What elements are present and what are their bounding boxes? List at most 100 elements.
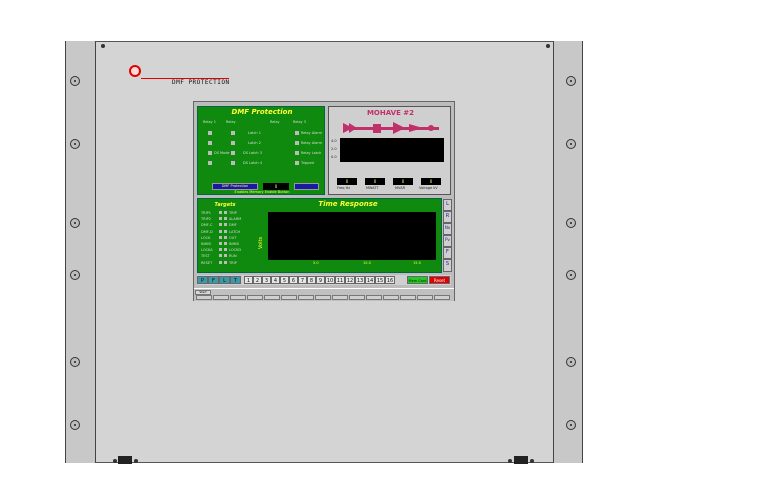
- screw-icon: [566, 357, 576, 367]
- taskbar-app[interactable]: [213, 295, 229, 300]
- time-response-xtick: 15.0: [413, 261, 421, 265]
- time-response-xtick: 10.0: [363, 261, 371, 265]
- readout-mwatt-value: 0: [365, 178, 385, 185]
- taskbar-app[interactable]: [400, 295, 416, 300]
- dmf-right-label: Relay Latch: [301, 151, 322, 155]
- target-led[interactable]: [219, 254, 222, 258]
- dmf-protection-panel: DMF Protection Relay 1 Relay Relay Relay…: [197, 106, 325, 195]
- dmf-col-header: Relay 3: [293, 120, 306, 124]
- taskbar-app[interactable]: [417, 295, 433, 300]
- target-left-label: DMF-D: [201, 229, 213, 234]
- target-led[interactable]: [219, 229, 222, 233]
- number-button[interactable]: 10: [325, 276, 335, 284]
- dmf-right-label: Relay Alarm: [301, 141, 323, 145]
- screw-icon: [70, 270, 80, 280]
- indicator-led: [295, 141, 299, 145]
- target-led[interactable]: [219, 211, 222, 214]
- number-button[interactable]: 7: [298, 276, 307, 284]
- mohave-panel: MOHAVE #2 4.0 2.0 0.0 0 Freq Hz 0 MWATT …: [328, 106, 451, 195]
- number-button[interactable]: 3: [262, 276, 271, 284]
- target-led[interactable]: [219, 260, 222, 264]
- taskbar-app[interactable]: [281, 295, 297, 300]
- taskbar: Start: [194, 288, 454, 301]
- target-left-label: DMF-C: [201, 223, 213, 228]
- side-button-prev[interactable]: Pv: [443, 235, 452, 247]
- dmf-col-header: Relay: [226, 120, 236, 124]
- mode-button[interactable]: T: [230, 276, 241, 284]
- number-button[interactable]: 5: [280, 276, 289, 284]
- taskbar-app[interactable]: [264, 295, 280, 300]
- number-button[interactable]: 6: [289, 276, 298, 284]
- dmf-status-box[interactable]: DMF Protection: [212, 183, 258, 190]
- dmf-enable-button[interactable]: [294, 183, 319, 190]
- dmf-counter: 0: [263, 183, 289, 190]
- number-button[interactable]: 2: [253, 276, 262, 284]
- dmf-left-label: DS Mode: [214, 151, 230, 155]
- taskbar-app[interactable]: [434, 295, 450, 300]
- taskbar-app[interactable]: [383, 295, 399, 300]
- taskbar-app[interactable]: [366, 295, 382, 300]
- target-led[interactable]: [224, 248, 227, 252]
- alarm-logo-icon: [129, 65, 141, 77]
- number-button[interactable]: 12: [345, 276, 355, 284]
- screw-icon: [566, 139, 576, 149]
- target-left-label: LOCKA: [201, 248, 213, 253]
- target-led[interactable]: [224, 217, 227, 221]
- taskbar-app[interactable]: [315, 295, 331, 300]
- number-button[interactable]: 16: [385, 276, 395, 284]
- side-button-l[interactable]: L: [443, 199, 452, 211]
- rack-handle: [118, 456, 132, 464]
- taskbar-app[interactable]: [247, 295, 263, 300]
- taskbar-app[interactable]: [230, 295, 246, 300]
- target-led[interactable]: [224, 254, 227, 258]
- target-led[interactable]: [224, 211, 227, 214]
- mode-button[interactable]: P: [197, 276, 208, 284]
- taskbar-app[interactable]: [196, 295, 212, 300]
- one-line-diagram-icon: [343, 122, 439, 134]
- target-led[interactable]: [224, 241, 227, 245]
- mem-card-button[interactable]: Mem Card: [407, 276, 428, 284]
- target-right-label: DMF: [229, 223, 237, 228]
- taskbar-app[interactable]: [298, 295, 314, 300]
- target-led[interactable]: [219, 248, 222, 252]
- panel-title: DMF PROTECTION: [172, 79, 230, 86]
- side-button-s[interactable]: S: [443, 259, 452, 272]
- target-led[interactable]: [219, 223, 222, 227]
- screw-icon: [70, 139, 80, 149]
- mode-button[interactable]: L: [219, 276, 230, 284]
- number-button[interactable]: 8: [307, 276, 316, 284]
- target-left-label: LOCK: [201, 235, 211, 240]
- number-button[interactable]: 11: [335, 276, 345, 284]
- rivet-icon: [508, 459, 512, 463]
- right-rack-rail: [553, 41, 583, 463]
- target-right-label: ALARM: [229, 217, 242, 222]
- taskbar-app[interactable]: [332, 295, 348, 300]
- targets-list: TRIP1 TRIP TRIP2 ALARM DMF-C DMF DMF-D L…: [201, 210, 256, 266]
- target-led[interactable]: [224, 223, 227, 227]
- target-led[interactable]: [224, 235, 227, 239]
- target-led[interactable]: [224, 229, 227, 233]
- number-button[interactable]: 13: [355, 276, 365, 284]
- dmf-col-header: Relay: [270, 120, 280, 124]
- number-button[interactable]: 15: [375, 276, 385, 284]
- number-button[interactable]: 9: [316, 276, 325, 284]
- number-button[interactable]: 1: [244, 276, 253, 284]
- side-button-next[interactable]: Nx: [443, 223, 452, 235]
- dmf-mid-label: Latch 1: [248, 131, 261, 135]
- reset-button[interactable]: Reset: [429, 276, 450, 284]
- rivet-icon: [101, 44, 105, 48]
- side-button-f[interactable]: F: [443, 247, 452, 259]
- mode-button[interactable]: F: [208, 276, 219, 284]
- screw-icon: [566, 420, 576, 430]
- time-response-panel: Time Response Targets TRIP1 TRIP TRIP2 A…: [197, 198, 442, 273]
- side-button-r[interactable]: R: [443, 211, 452, 223]
- target-led[interactable]: [219, 241, 222, 245]
- target-led[interactable]: [219, 217, 222, 221]
- number-button[interactable]: 4: [271, 276, 280, 284]
- time-response-plot: [268, 212, 436, 260]
- taskbar-app[interactable]: [349, 295, 365, 300]
- target-led[interactable]: [219, 235, 222, 239]
- dmf-footer: Enables Memory Enable Button: [234, 190, 290, 194]
- target-led[interactable]: [224, 260, 227, 264]
- number-button[interactable]: 14: [365, 276, 375, 284]
